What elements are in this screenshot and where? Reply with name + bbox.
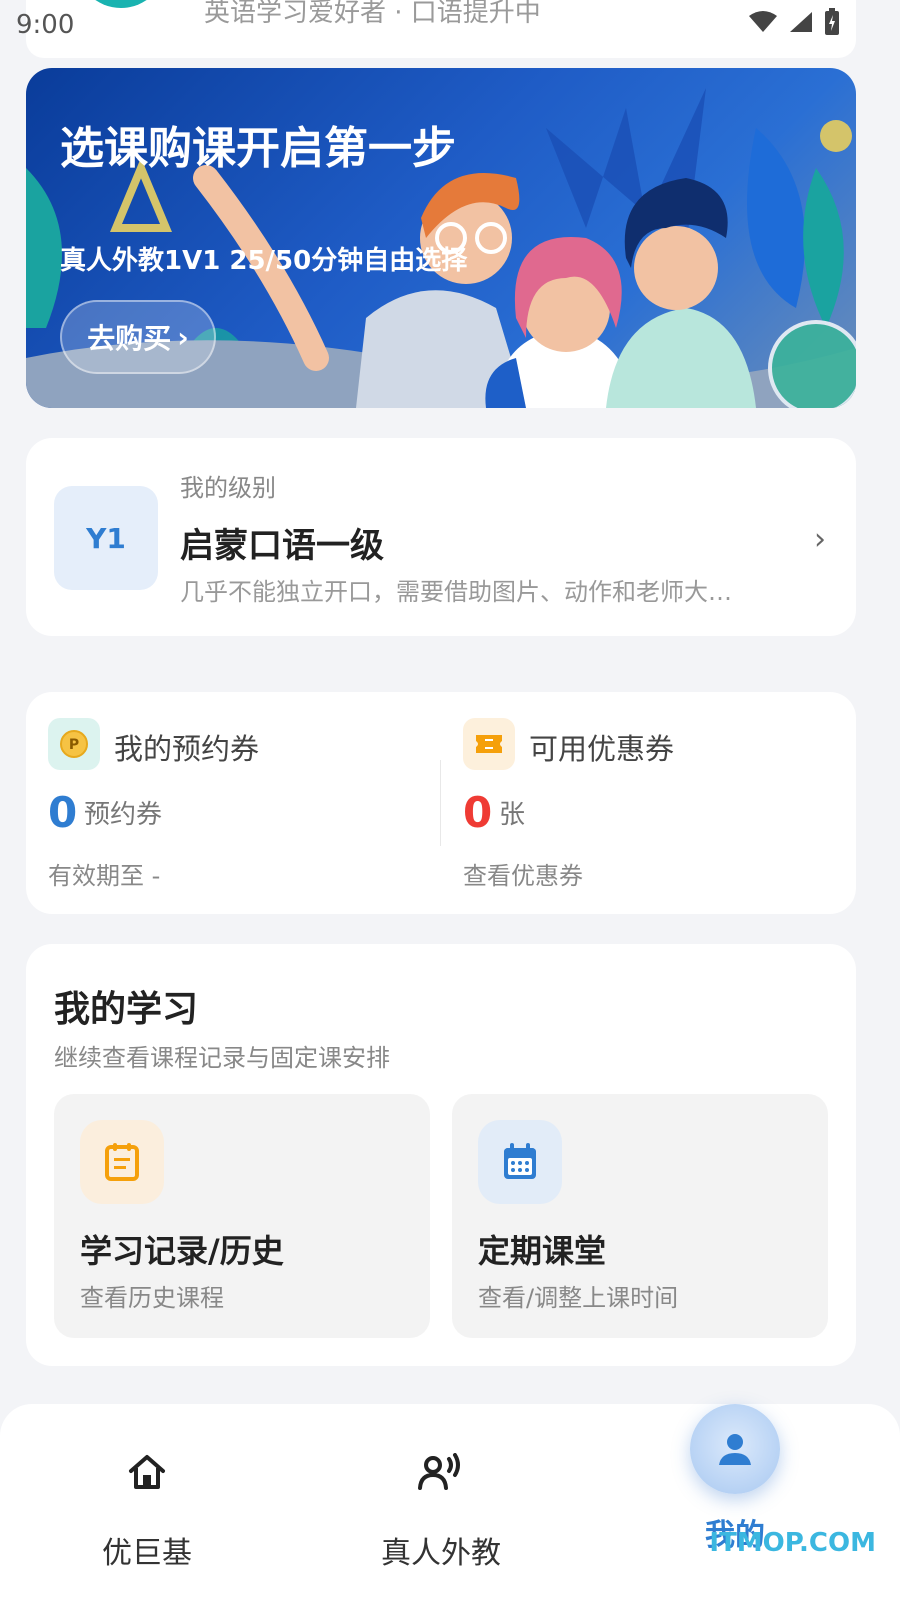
my-learning-card: 我的学习 继续查看课程记录与固定课安排 学习记录/历史 查看历史课程 定期课堂 …: [26, 944, 856, 1366]
status-time: 9:00: [16, 10, 75, 40]
view-coupons-link[interactable]: 查看优惠券: [463, 856, 583, 891]
ticket-icon: [463, 718, 515, 770]
buy-button-label: 去购买: [87, 322, 172, 355]
booking-coupon-count: 0: [48, 788, 78, 837]
booking-coupon-unit: 预约券: [84, 800, 163, 830]
booking-coupon-expiry: 有效期至 -: [48, 862, 161, 890]
discount-coupon-section[interactable]: 可用优惠券 0 张 查看优惠券: [441, 692, 856, 914]
booking-coin-icon: P: [48, 718, 100, 770]
level-name: 启蒙口语一级: [180, 526, 384, 566]
bottom-nav: 优巨基 真人外教 我的: [0, 1404, 900, 1600]
coupon-card: P 我的预约券 0 预约券 有效期至 - 可用优惠券 0 张 查看优惠券: [26, 692, 856, 914]
watermark: ITMOP.COM: [709, 1528, 876, 1558]
learning-title: 我的学习: [54, 989, 199, 1030]
scheduled-class-tile-subtitle: 查看/调整上课时间: [478, 1284, 679, 1312]
level-badge: Y1: [54, 486, 158, 590]
promo-banner[interactable]: 选课购课开启第一步 真人外教1V1 25/50分钟自由选择 去购买 ›: [26, 68, 856, 408]
nav-item-home[interactable]: 优巨基: [47, 1444, 247, 1572]
calendar-icon: [478, 1120, 562, 1204]
svg-text:P: P: [69, 737, 79, 753]
chevron-right-icon: ›: [814, 522, 826, 557]
chevron-right-icon: ›: [177, 320, 189, 354]
discount-coupon-unit: 张: [499, 800, 526, 830]
wifi-icon: [749, 11, 777, 32]
signal-icon: [790, 12, 812, 32]
learning-subtitle: 继续查看课程记录与固定课安排: [54, 1044, 390, 1072]
discount-coupon-title: 可用优惠券: [529, 732, 675, 766]
nav-label-home: 优巨基: [102, 1536, 192, 1571]
battery-icon: [825, 8, 839, 35]
booking-coupon-section[interactable]: P 我的预约券 0 预约券 有效期至 -: [26, 692, 441, 914]
nav-item-teacher[interactable]: 真人外教: [341, 1444, 541, 1572]
document-icon: [80, 1120, 164, 1204]
banner-title: 选课购课开启第一步: [60, 123, 456, 174]
scheduled-class-tile-title: 定期课堂: [478, 1232, 607, 1270]
home-icon: [47, 1444, 247, 1500]
nav-label-teacher: 真人外教: [381, 1536, 501, 1571]
history-tile-subtitle: 查看历史课程: [80, 1284, 224, 1312]
discount-coupon-count: 0: [463, 788, 493, 837]
status-icons: [748, 8, 840, 36]
level-card[interactable]: Y1 我的级别 启蒙口语一级 几乎不能独立开口，需要借助图片、动作和老师大… ›: [26, 438, 856, 636]
history-tile-title: 学习记录/历史: [80, 1232, 284, 1270]
booking-coupon-title: 我的预约券: [114, 732, 260, 766]
user-icon: [690, 1404, 780, 1494]
level-description: 几乎不能独立开口，需要借助图片、动作和老师大…: [180, 578, 732, 606]
scheduled-class-tile[interactable]: 定期课堂 查看/调整上课时间: [452, 1094, 828, 1338]
banner-subtitle: 真人外教1V1 25/50分钟自由选择: [60, 246, 468, 276]
history-tile[interactable]: 学习记录/历史 查看历史课程: [54, 1094, 430, 1338]
status-bar: 9:00: [0, 0, 900, 48]
buy-button[interactable]: 去购买 ›: [60, 300, 216, 374]
teacher-speaking-icon: [341, 1444, 541, 1500]
level-caption: 我的级别: [180, 474, 276, 502]
